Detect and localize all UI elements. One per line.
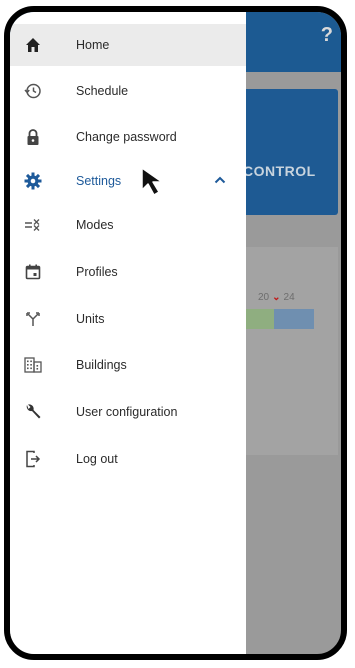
menu-label-buildings: Buildings: [76, 358, 127, 372]
menu-item-settings[interactable]: Settings: [10, 160, 246, 202]
mouse-cursor-icon: [141, 167, 163, 196]
menu-label-profiles: Profiles: [76, 265, 118, 279]
menu-item-home[interactable]: Home: [10, 24, 246, 66]
control-card-label: CONTROL: [243, 163, 316, 179]
menu-label-log-out: Log out: [76, 452, 118, 466]
chevron-up-icon[interactable]: [214, 174, 226, 188]
menu-label-modes: Modes: [76, 218, 114, 232]
help-icon[interactable]: ?: [321, 24, 333, 47]
menu-item-user-configuration[interactable]: User configuration: [10, 391, 246, 433]
menu-label-home: Home: [76, 38, 110, 52]
gear-icon: [23, 171, 43, 191]
scale-right-value: 24: [283, 292, 295, 303]
scale-bar-green: [244, 309, 274, 329]
lock-icon: [23, 127, 43, 147]
menu-item-schedule[interactable]: Schedule: [10, 70, 246, 112]
menu-item-buildings[interactable]: Buildings: [10, 344, 246, 386]
menu-item-modes[interactable]: Modes: [10, 204, 246, 246]
menu-label-user-configuration: User configuration: [76, 405, 178, 419]
menu-label-schedule: Schedule: [76, 84, 129, 98]
wrench-icon: [23, 402, 43, 422]
buildings-icon: [23, 355, 43, 375]
scale-marker-icon: ⌄: [272, 292, 281, 303]
navigation-drawer: Home Schedule Change password Settings M…: [10, 12, 246, 654]
menu-item-change-password[interactable]: Change password: [10, 116, 246, 158]
temperature-scale: 20 ⌄ 24: [258, 292, 295, 303]
home-icon: [23, 35, 43, 55]
menu-item-units[interactable]: Units: [10, 298, 246, 340]
logout-icon: [23, 449, 43, 469]
units-fork-icon: [23, 309, 43, 329]
menu-label-change-password: Change password: [76, 130, 177, 144]
control-card: [242, 89, 338, 215]
phone-frame: ? CONTROL 20 ⌄ 24 Home Schedule Change pas…: [4, 6, 347, 660]
modes-icon: [23, 215, 43, 235]
calendar-icon: [23, 262, 43, 282]
menu-label-units: Units: [76, 312, 105, 326]
menu-item-log-out[interactable]: Log out: [10, 438, 246, 480]
history-icon: [23, 81, 43, 101]
menu-item-profiles[interactable]: Profiles: [10, 251, 246, 293]
scale-bar-blue: [274, 309, 314, 329]
menu-label-settings: Settings: [76, 174, 122, 188]
background-panel: [242, 247, 338, 455]
scale-left-value: 20: [258, 292, 270, 303]
